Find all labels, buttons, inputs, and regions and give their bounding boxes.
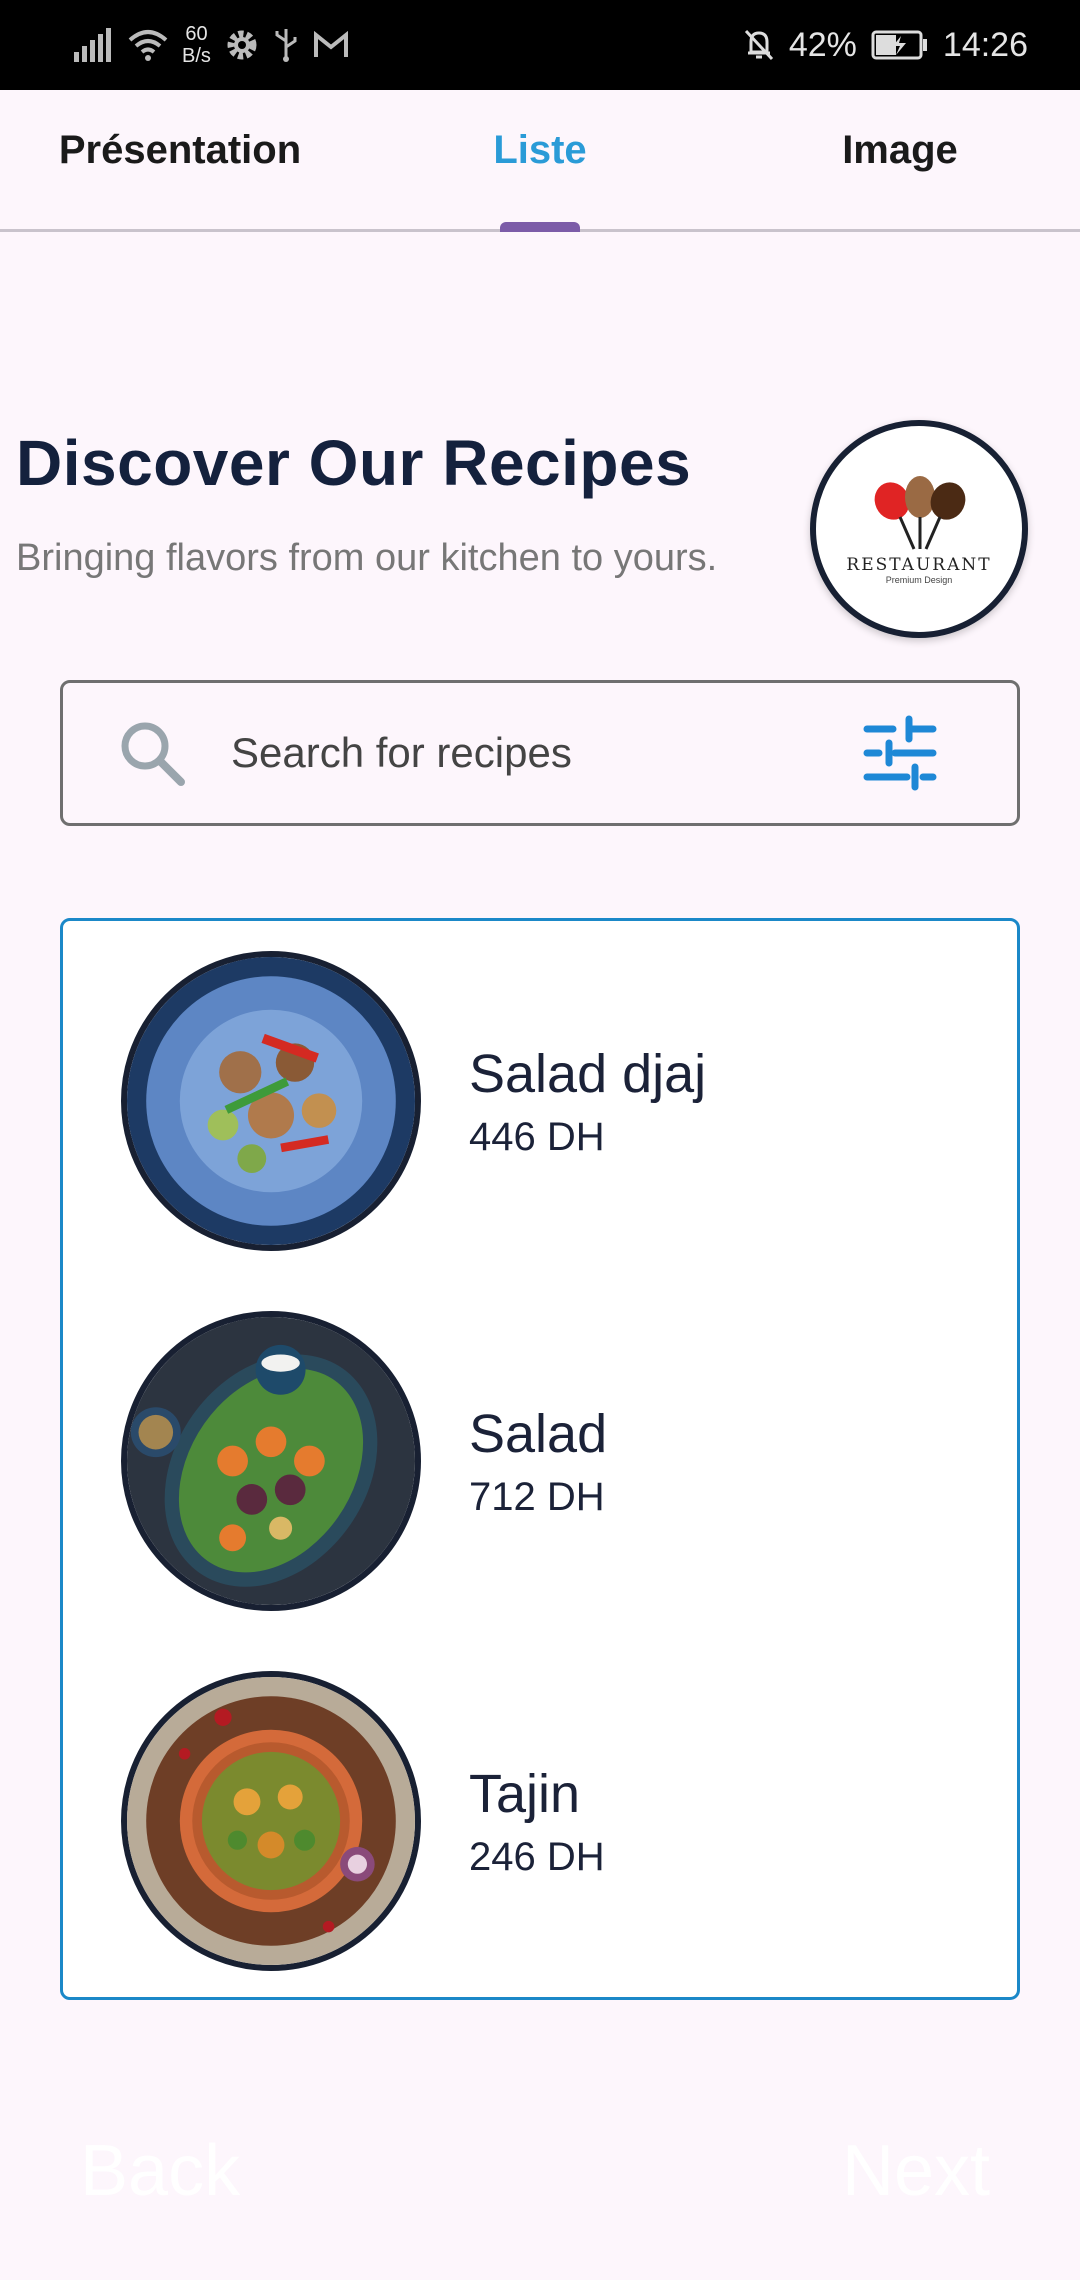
recipe-image (121, 1671, 421, 1971)
status-right: 42% 14:26 (743, 26, 1028, 65)
wifi-icon (128, 30, 168, 61)
signal-icon (74, 28, 111, 62)
status-left: 60 B/s (74, 23, 349, 67)
page-title: Discover Our Recipes (16, 427, 692, 499)
bell-off-icon (744, 29, 773, 61)
back-button[interactable]: Back (80, 2130, 240, 2212)
recipe-name: Tajin (469, 1763, 581, 1824)
restaurant-logo: RESTAURANT Premium Design (810, 420, 1028, 638)
recipe-name: Salad djaj (469, 1043, 707, 1104)
logo-subtext: Premium Design (885, 575, 953, 585)
gmail-icon (313, 31, 348, 57)
filter-sliders-icon[interactable] (863, 715, 937, 791)
search-input[interactable] (231, 729, 863, 777)
search-bar[interactable] (60, 680, 1020, 826)
page-subtitle: Bringing flavors from our kitchen to you… (16, 537, 718, 579)
clock: 14:26 (942, 25, 1028, 64)
recipe-name: Salad (469, 1403, 608, 1464)
salad-image (127, 1317, 415, 1605)
usb-icon (275, 29, 297, 62)
salad-djaj-image (127, 957, 415, 1245)
recipe-image (121, 951, 421, 1251)
recipe-price: 446 DH (469, 1114, 605, 1159)
search-icon (121, 722, 185, 786)
recipe-info: Salad djaj 446 DH (469, 1043, 706, 1160)
spoons-icon (874, 476, 966, 550)
net-speed-value: 60 (185, 23, 208, 45)
net-speed: 60 B/s (182, 23, 211, 67)
tab-label: Présentation (58, 128, 302, 172)
tab-indicator (500, 222, 580, 232)
battery-charging-icon (871, 30, 927, 60)
recipe-image (121, 1311, 421, 1611)
tab-image[interactable]: Image (720, 90, 1080, 229)
tab-presentation[interactable]: Présentation (0, 90, 360, 229)
recipe-item[interactable]: Salad djaj 446 DH (63, 951, 1017, 1251)
tab-bar: Présentation Liste Image (0, 90, 1080, 232)
net-speed-unit: B/s (182, 45, 211, 67)
recipe-info: Salad 712 DH (469, 1403, 607, 1520)
tab-liste[interactable]: Liste (360, 90, 720, 232)
recipe-price: 246 DH (469, 1834, 605, 1879)
status-bar: 60 B/s 42% 14:26 (0, 0, 1080, 90)
tajin-image (127, 1677, 415, 1965)
recipe-item[interactable]: Salad 712 DH (63, 1311, 1017, 1611)
recipe-price: 712 DH (469, 1474, 605, 1519)
tab-label: Liste (493, 128, 587, 172)
battery-percent: 42% (788, 25, 857, 64)
recipe-list: Salad djaj 446 DH Salad 712 DH Tajin 246… (60, 918, 1020, 2000)
logo-text: RESTAURANT (846, 555, 992, 575)
recipe-item[interactable]: Tajin 246 DH (63, 1671, 1017, 1971)
tab-label: Image (842, 128, 958, 172)
gear-icon (227, 30, 257, 60)
recipe-info: Tajin 246 DH (469, 1763, 605, 1880)
next-button[interactable]: Next (842, 2130, 990, 2212)
